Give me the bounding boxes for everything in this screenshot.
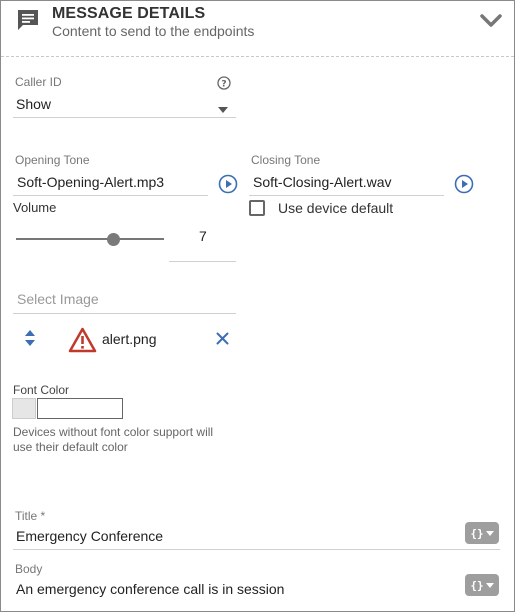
close-icon[interactable] [216,332,229,345]
title-template-button[interactable]: {} [465,522,499,544]
image-file-name: alert.png [102,331,157,347]
font-color-label: Font Color [13,383,70,397]
play-closing-tone-icon[interactable] [454,174,474,194]
select-image-input[interactable]: Select Image [17,291,99,307]
chevron-down-icon[interactable] [479,12,503,30]
font-color-note: Devices without font color support will … [13,425,214,454]
select-image-underline [13,313,236,314]
braces-icon: {} [470,578,484,592]
help-icon[interactable]: ? [217,76,231,90]
caller-id-select[interactable]: Show [16,96,51,112]
volume-slider-track[interactable] [16,238,164,240]
opening-tone-label: Opening Tone [15,153,90,167]
play-opening-tone-icon[interactable] [218,174,238,194]
font-color-input[interactable] [37,398,123,419]
use-device-default-label[interactable]: Use device default [278,200,393,216]
braces-icon: {} [470,526,484,540]
closing-tone-label: Closing Tone [251,153,321,167]
svg-text:?: ? [221,80,226,90]
closing-tone-field[interactable]: Soft-Closing-Alert.wav [253,174,392,190]
section-subtitle: Content to send to the endpoints [52,23,255,39]
title-input[interactable]: Emergency Conference [16,528,163,544]
header-divider [1,56,514,57]
opening-tone-underline [13,195,208,196]
body-label: Body [15,562,43,576]
volume-slider-thumb[interactable] [107,233,120,246]
caller-id-underline [13,117,236,118]
volume-value-underline [169,261,236,262]
caller-id-label: Caller ID [15,75,62,89]
body-template-button[interactable]: {} [465,574,499,596]
volume-label: Volume [13,200,57,215]
sort-icon[interactable] [24,329,36,347]
dropdown-arrow-icon[interactable] [218,100,228,113]
warning-icon [68,327,97,353]
caret-down-icon [485,530,494,536]
use-device-default-checkbox[interactable] [249,200,265,216]
volume-value[interactable]: 7 [199,228,207,244]
title-underline [13,549,500,550]
message-icon [16,9,40,31]
caret-down-icon [485,582,494,588]
opening-tone-field[interactable]: Soft-Opening-Alert.mp3 [17,174,164,190]
body-input[interactable]: An emergency conference call is in sessi… [16,581,284,597]
section-title: MESSAGE DETAILS [52,5,206,22]
closing-tone-underline [249,195,444,196]
title-label: Title * [15,509,46,523]
font-color-swatch[interactable] [12,398,36,419]
